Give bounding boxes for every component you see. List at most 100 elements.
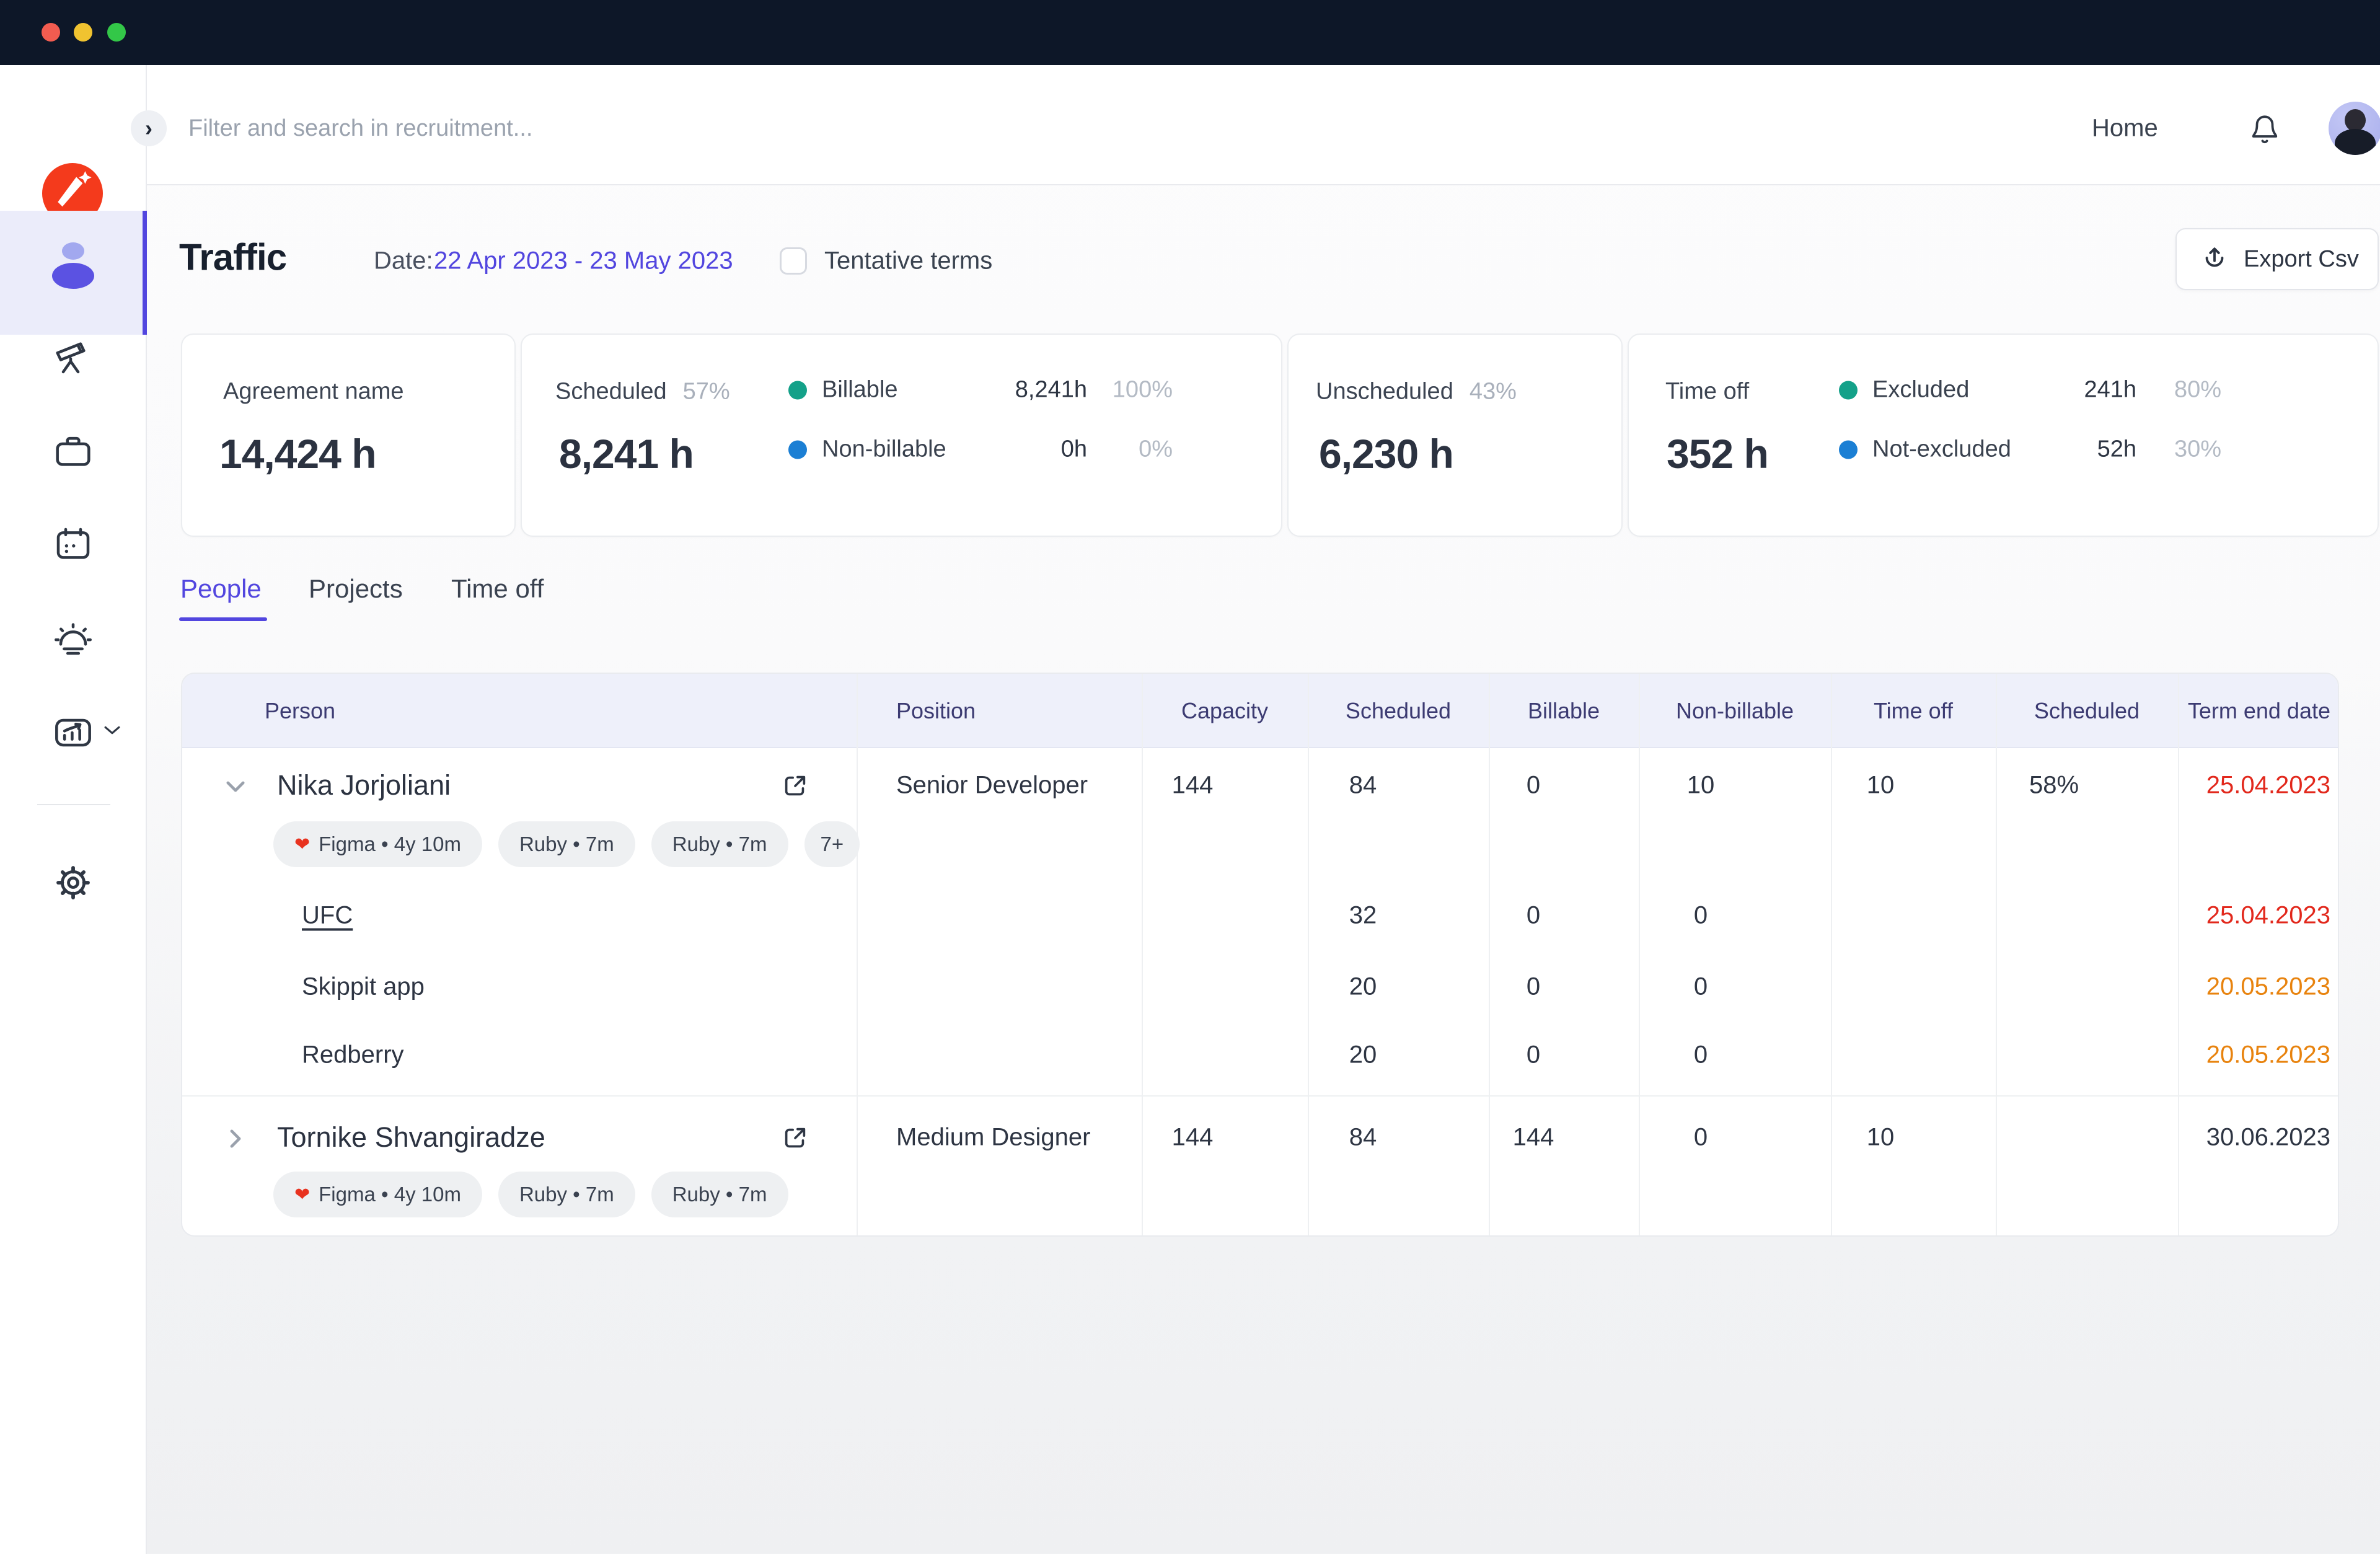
column-divider [857,674,858,1237]
sidebar-item-telescope[interactable] [53,337,93,377]
cell-billable: 0 [1527,902,1540,930]
stat-label: Unscheduled [1316,379,1453,405]
chevron-right-icon: › [145,115,152,141]
col-position[interactable]: Position [896,698,976,724]
column-divider [1308,674,1309,1237]
open-profile-external-link-icon[interactable] [781,1124,809,1152]
person-name[interactable]: Nika Jorjoliani [277,769,451,801]
collapse-row-chevron-down-icon[interactable] [222,773,249,800]
window-titlebar [0,0,2380,65]
legend-hours: 52h [2097,436,2136,463]
cell-non-billable: 0 [1694,1124,1708,1152]
col-scheduled-percent[interactable]: Scheduled [2034,698,2140,724]
sidebar-active-indicator [143,211,147,335]
project-link[interactable]: Redberry [302,1041,404,1069]
non-billable-dot-icon [788,440,807,459]
cell-scheduled: 84 [1349,1124,1377,1152]
sidebar-divider [37,804,110,805]
cell-billable: 144 [1513,1124,1554,1152]
sidebar-item-settings-gear[interactable] [53,863,93,903]
cell-capacity: 144 [1172,772,1214,800]
not-excluded-dot-icon [1839,440,1858,459]
col-scheduled[interactable]: Scheduled [1346,698,1451,724]
legend-hours: 241h [2084,377,2136,404]
stat-label: Time off [1665,379,1749,405]
col-billable[interactable]: Billable [1528,698,1600,724]
window-close-button[interactable] [42,23,60,42]
stat-percent: 57% [683,379,730,405]
cell-scheduled: 20 [1349,1041,1377,1069]
sidebar-item-calendar[interactable] [53,524,93,564]
project-link[interactable]: UFC [302,902,353,930]
sidebar-item-briefcase[interactable] [53,431,93,471]
person-name[interactable]: Tornike Shvangiradze [277,1121,545,1154]
more-tags-badge[interactable]: 7+ [804,821,860,867]
export-csv-button[interactable]: Export Csv [2175,228,2379,290]
legend-row-not-excluded: Not-excluded [1839,436,2011,463]
cell-scheduled-percent: 58% [2029,772,2079,800]
cell-term-end-date: 25.04.2023 [2206,902,2330,930]
sidebar-item-sunset[interactable] [53,619,93,658]
home-link[interactable]: Home [2092,115,2158,143]
tab-time-off[interactable]: Time off [451,574,544,604]
tab-projects[interactable]: Projects [309,574,403,604]
cell-position: Medium Designer [896,1124,1090,1152]
billable-dot-icon [788,381,807,399]
tentative-terms-checkbox[interactable] [780,247,807,275]
app-header: Home [147,65,2380,185]
column-divider [1489,674,1490,1237]
cell-term-end-date: 25.04.2023 [2206,772,2330,800]
column-divider [1142,674,1143,1237]
skill-tag: Ruby • 7m [498,821,635,867]
legend-label: Billable [822,377,898,404]
sidebar-item-reports-chart[interactable] [53,713,93,753]
col-person[interactable]: Person [265,698,335,724]
stat-value: 352 h [1667,430,1768,477]
col-non-billable[interactable]: Non-billable [1676,698,1794,724]
cell-billable: 0 [1527,1041,1540,1069]
window-zoom-button[interactable] [107,23,126,42]
legend-percent: 80% [2174,377,2221,404]
skill-tags: ❤Figma • 4y 10m Ruby • 7m Ruby • 7m 7+ [273,821,860,867]
cell-billable: 0 [1527,772,1540,800]
search-input[interactable] [188,106,1056,151]
column-divider [1639,674,1640,1237]
cell-billable: 0 [1527,973,1540,1001]
stat-label: Scheduled [555,379,667,405]
skill-tag: Ruby • 7m [651,821,788,867]
open-profile-external-link-icon[interactable] [781,772,809,800]
cell-term-end-date: 30.06.2023 [2206,1124,2330,1152]
col-capacity[interactable]: Capacity [1181,698,1268,724]
date-range-picker[interactable]: 22 Apr 2023 - 23 May 2023 [434,247,733,275]
page-title: Traffic [179,236,286,279]
stat-value: 8,241 h [559,430,694,477]
cell-scheduled: 20 [1349,973,1377,1001]
col-term-end-date[interactable]: Term end date [2188,698,2330,724]
chevron-down-icon[interactable] [104,726,120,735]
tentative-terms-label: Tentative terms [824,247,992,275]
skill-tag: ❤Figma • 4y 10m [273,821,482,867]
expand-row-chevron-right-icon[interactable] [222,1125,249,1152]
window-minimize-button[interactable] [74,23,92,42]
user-avatar[interactable] [2329,102,2380,155]
legend-row-non-billable: Non-billable [788,436,946,463]
legend-percent: 0% [1139,436,1173,463]
stat-value: 6,230 h [1319,430,1453,477]
cell-non-billable: 0 [1694,973,1708,1001]
column-divider [2178,674,2179,1237]
excluded-dot-icon [1839,381,1858,399]
col-time-off[interactable]: Time off [1874,698,1953,724]
cell-term-end-date: 20.05.2023 [2206,1041,2330,1069]
skill-tag: ❤Figma • 4y 10m [273,1172,482,1217]
sidebar [0,65,147,1554]
cell-non-billable: 0 [1694,902,1708,930]
sidebar-collapse-button[interactable]: › [131,110,167,146]
project-link[interactable]: Skippit app [302,973,425,1001]
cell-capacity: 144 [1172,1124,1214,1152]
legend-row-excluded: Excluded [1839,377,1969,404]
legend-percent: 100% [1113,377,1173,404]
notifications-bell-icon[interactable] [2249,112,2280,146]
tab-people[interactable]: People [180,574,262,604]
skill-tag: Ruby • 7m [651,1172,788,1217]
row-divider [182,1095,2339,1097]
